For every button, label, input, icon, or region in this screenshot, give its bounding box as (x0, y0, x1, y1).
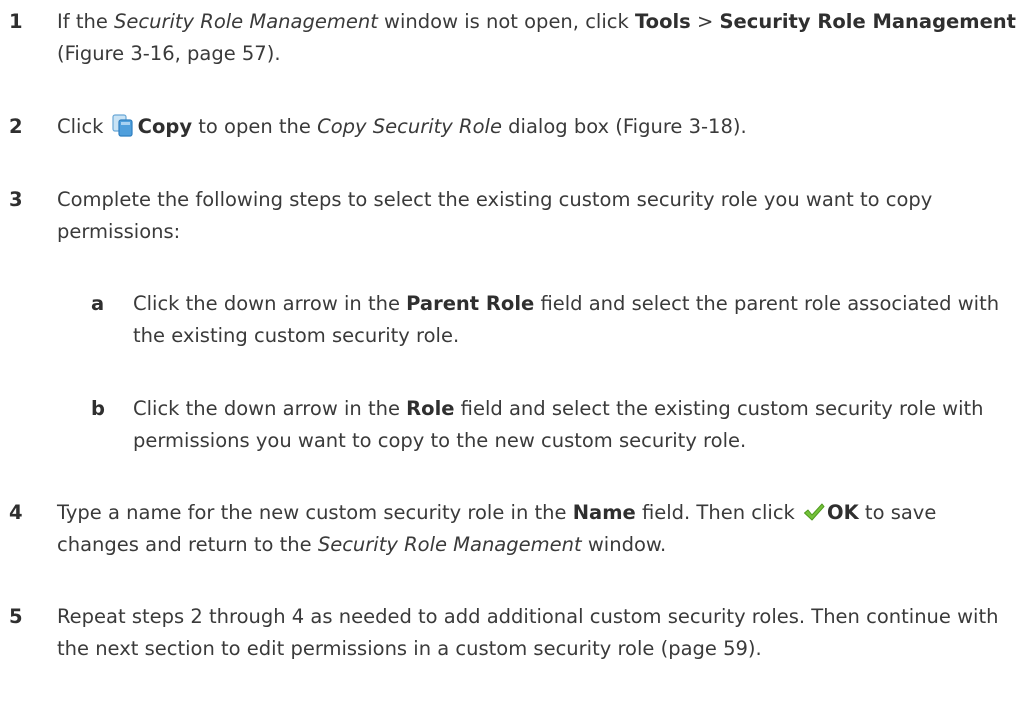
menu-security-role-management: Security Role Management (719, 10, 1016, 33)
field-role: Role (406, 397, 455, 420)
substep-letter: b (91, 397, 105, 420)
window-name: Security Role Management (317, 533, 582, 556)
step-number: 2 (9, 115, 23, 138)
step-number: 3 (9, 188, 23, 211)
substep-letter: a (91, 292, 105, 315)
menu-tools: Tools (634, 10, 691, 33)
substep-text: Click the down arrow in the Role field a… (133, 397, 984, 452)
ok-label: OK (827, 501, 859, 524)
checkmark-icon (803, 500, 825, 521)
step-number: 5 (9, 605, 23, 628)
step-text: Type a name for the new custom security … (57, 500, 937, 556)
step-text: If the Security Role Management window i… (57, 10, 1016, 65)
copy-label: Copy (137, 115, 193, 138)
window-name: Security Role Management (114, 10, 378, 33)
field-parent-role: Parent Role (406, 292, 535, 315)
substep-text: Click the down arrow in the Parent Role … (133, 292, 1000, 347)
step-text: Complete the following steps to select t… (57, 188, 933, 243)
step-number: 1 (9, 10, 23, 33)
field-name: Name (572, 501, 636, 524)
step-text: Repeat steps 2 through 4 as needed to ad… (57, 605, 999, 660)
dialog-name: Copy Security Role (317, 115, 502, 138)
step-number: 4 (9, 501, 23, 524)
step-text: Click Copy to open the Copy Security Rol… (57, 114, 747, 138)
copy-icon (112, 114, 134, 138)
